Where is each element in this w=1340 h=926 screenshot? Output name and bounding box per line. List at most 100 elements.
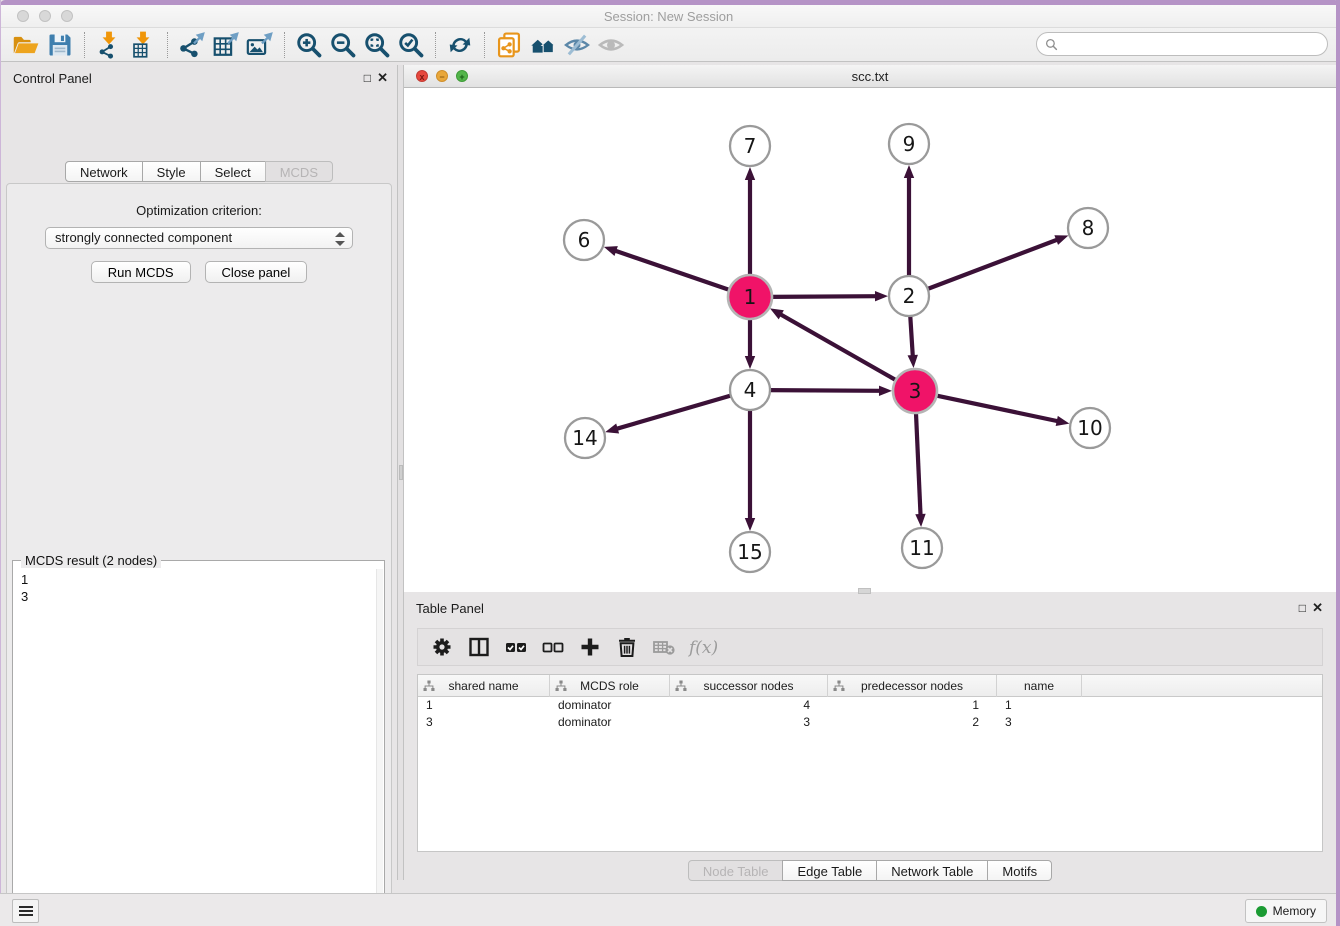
- graph-edge-4-14[interactable]: [605, 395, 733, 433]
- mcds-result-title: MCDS result (2 nodes): [21, 553, 161, 568]
- mcds-panel: Optimization criterion: strongly connect…: [6, 183, 392, 926]
- graph-node-4[interactable]: 4: [730, 370, 770, 410]
- table-header-row: shared nameMCDS rolesuccessor nodesprede…: [418, 675, 1322, 697]
- table-row[interactable]: 3dominator323: [418, 714, 1322, 731]
- svg-text:7: 7: [744, 134, 757, 158]
- graph-node-2[interactable]: 2: [889, 276, 929, 316]
- close-panel-button[interactable]: Close panel: [205, 261, 308, 283]
- first-neighbors-icon[interactable]: [526, 30, 560, 60]
- criterion-dropdown[interactable]: strongly connected component: [45, 227, 353, 249]
- svg-text:2: 2: [903, 284, 916, 308]
- save-session-icon[interactable]: [43, 30, 77, 60]
- horizontal-splitter-grip[interactable]: [858, 588, 871, 594]
- graph-edge-3-10[interactable]: [935, 395, 1070, 426]
- search-icon: [1045, 38, 1058, 51]
- svg-text:8: 8: [1082, 216, 1095, 240]
- network-canvas[interactable]: 7 9 6 8 1 2 4 3 14 10 15 11: [404, 88, 1336, 592]
- graph-node-3[interactable]: 3: [893, 369, 937, 413]
- graph-edge-2-9[interactable]: [904, 165, 914, 278]
- column-header-predecessor-nodes[interactable]: predecessor nodes: [828, 675, 997, 697]
- graph-edge-1-7[interactable]: [745, 167, 755, 277]
- table-tab-network-table[interactable]: Network Table: [876, 860, 988, 881]
- tab-network[interactable]: Network: [65, 161, 143, 182]
- mcds-result-textarea[interactable]: 1 3: [14, 569, 383, 926]
- float-panel-icon[interactable]: □: [364, 71, 371, 85]
- export-image-icon[interactable]: [243, 30, 277, 60]
- run-mcds-button[interactable]: Run MCDS: [91, 261, 191, 283]
- graph-node-7[interactable]: 7: [730, 126, 770, 166]
- select-all-columns-icon[interactable]: [502, 633, 530, 661]
- graph-node-6[interactable]: 6: [564, 220, 604, 260]
- tab-style[interactable]: Style: [142, 161, 201, 182]
- delete-column-icon[interactable]: [613, 633, 641, 661]
- graph-node-1[interactable]: 1: [728, 275, 772, 319]
- settings-gear-icon[interactable]: [428, 633, 456, 661]
- memory-button[interactable]: Memory: [1245, 899, 1327, 923]
- graph-node-15[interactable]: 15: [730, 532, 770, 572]
- vertical-splitter[interactable]: [397, 65, 404, 880]
- column-header-mcds-role[interactable]: MCDS role: [550, 675, 670, 697]
- toggle-panes-icon[interactable]: [465, 633, 493, 661]
- control-panel: Control Panel □ ✕ NetworkStyleSelectMCDS…: [1, 65, 397, 880]
- task-history-button[interactable]: [12, 899, 39, 923]
- status-bar: Memory: [0, 893, 1340, 926]
- column-label: shared name: [418, 679, 549, 693]
- table-tab-edge-table[interactable]: Edge Table: [782, 860, 877, 881]
- float-table-panel-icon[interactable]: □: [1299, 601, 1306, 615]
- hide-selected-icon[interactable]: [560, 30, 594, 60]
- close-table-panel-icon[interactable]: ✕: [1312, 600, 1323, 616]
- open-session-icon[interactable]: [9, 30, 43, 60]
- graph-node-9[interactable]: 9: [889, 124, 929, 164]
- import-network-icon[interactable]: [92, 30, 126, 60]
- toolbar-separator: [84, 32, 85, 58]
- memory-label: Memory: [1273, 904, 1316, 918]
- import-table-icon[interactable]: [126, 30, 160, 60]
- graph-node-14[interactable]: 14: [565, 418, 605, 458]
- column-header-successor-nodes[interactable]: successor nodes: [670, 675, 828, 697]
- table-cell: 1: [828, 697, 997, 714]
- search-input[interactable]: [1063, 35, 1318, 53]
- result-scrollbar[interactable]: [376, 569, 383, 926]
- svg-text:1: 1: [744, 285, 757, 309]
- close-panel-icon[interactable]: ✕: [377, 70, 388, 86]
- refresh-icon[interactable]: [443, 30, 477, 60]
- table-panel: Table Panel □ ✕ f(x) shared nameMCDS rol…: [404, 595, 1336, 890]
- tab-select[interactable]: Select: [200, 161, 266, 182]
- export-table-icon[interactable]: [209, 30, 243, 60]
- tab-mcds[interactable]: MCDS: [265, 161, 333, 182]
- zoom-in-icon[interactable]: [292, 30, 326, 60]
- network-window-titlebar[interactable]: x − + scc.txt: [404, 65, 1336, 88]
- graph-node-8[interactable]: 8: [1068, 208, 1108, 248]
- table-cell: dominator: [550, 697, 670, 714]
- graph-node-11[interactable]: 11: [902, 528, 942, 568]
- add-column-icon[interactable]: [576, 633, 604, 661]
- mcds-result-lines: 1 3: [14, 569, 383, 607]
- zoom-out-icon[interactable]: [326, 30, 360, 60]
- table-cell: 4: [670, 697, 828, 714]
- deselect-all-columns-icon[interactable]: [539, 633, 567, 661]
- search-box[interactable]: [1036, 32, 1328, 56]
- graph-edge-4-3[interactable]: [768, 386, 892, 396]
- table-body: 1dominator4113dominator323: [418, 697, 1322, 731]
- table-tab-node-table[interactable]: Node Table: [688, 860, 784, 881]
- graph-edge-4-15[interactable]: [745, 408, 755, 531]
- graph-edge-1-6[interactable]: [604, 246, 731, 290]
- column-header-name[interactable]: name: [997, 675, 1082, 697]
- graph-edge-1-4[interactable]: [745, 317, 755, 369]
- splitter-grip[interactable]: [399, 465, 403, 480]
- table-row[interactable]: 1dominator411: [418, 697, 1322, 714]
- zoom-selected-icon[interactable]: [394, 30, 428, 60]
- zoom-fit-icon[interactable]: [360, 30, 394, 60]
- column-header-shared-name[interactable]: shared name: [418, 675, 550, 697]
- graph-edge-2-3[interactable]: [908, 314, 918, 368]
- graph-edge-3-11[interactable]: [915, 411, 925, 527]
- graph-edge-2-8[interactable]: [926, 235, 1069, 289]
- duplicate-network-icon[interactable]: [492, 30, 526, 60]
- table-toolbar: f(x): [417, 628, 1323, 666]
- graph-node-10[interactable]: 10: [1070, 408, 1110, 448]
- graph-edge-1-2[interactable]: [770, 291, 888, 301]
- graph-edge-3-1[interactable]: [770, 308, 898, 381]
- table-cell: 3: [418, 714, 550, 731]
- table-tab-motifs[interactable]: Motifs: [987, 860, 1052, 881]
- export-network-icon[interactable]: [175, 30, 209, 60]
